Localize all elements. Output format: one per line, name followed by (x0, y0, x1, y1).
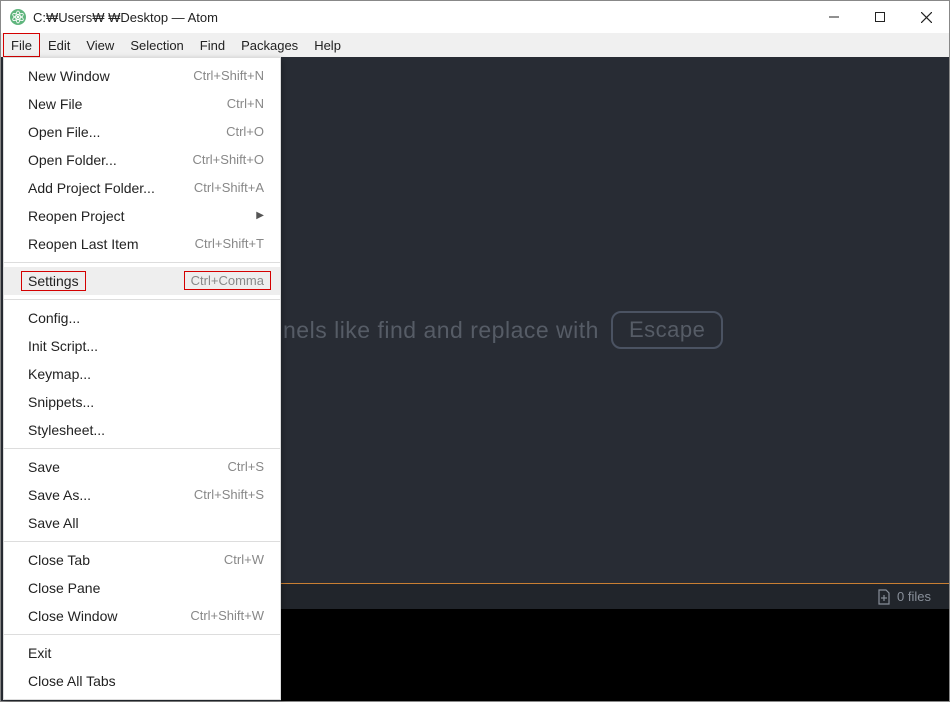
menuitem-label: New Window (28, 67, 193, 85)
menuitem-shortcut: Ctrl+Shift+A (194, 179, 264, 197)
workspace: nels like find and replace with Escape 0… (1, 57, 949, 701)
menuitem-shortcut: Ctrl+Shift+N (193, 67, 264, 85)
menuitem-settings[interactable]: SettingsCtrl+Comma (4, 267, 280, 295)
maximize-button[interactable] (857, 1, 903, 33)
menuitem-label: Close All Tabs (28, 672, 264, 690)
escape-badge: Escape (611, 311, 723, 349)
menuitem-shortcut: Ctrl+W (224, 551, 264, 569)
menuitem-config[interactable]: Config... (4, 304, 280, 332)
hint-label: nels like find and replace with (283, 317, 599, 344)
hint-text: nels like find and replace with Escape (283, 311, 723, 349)
menuitem-shortcut: Ctrl+N (227, 95, 264, 113)
menuitem-label: Stylesheet... (28, 421, 264, 439)
menuitem-label: Close Tab (28, 551, 224, 569)
window-controls (811, 1, 949, 33)
menu-edit[interactable]: Edit (40, 33, 78, 57)
menuitem-label: Add Project Folder... (28, 179, 194, 197)
menuitem-label: Reopen Project (28, 207, 248, 225)
menuitem-label: Reopen Last Item (28, 235, 195, 253)
menu-separator (4, 448, 280, 449)
titlebar: C:₩Users₩ ₩Desktop — Atom (1, 1, 949, 33)
menuitem-close-tab[interactable]: Close TabCtrl+W (4, 546, 280, 574)
menuitem-stylesheet[interactable]: Stylesheet... (4, 416, 280, 444)
files-count[interactable]: 0 files (897, 589, 931, 604)
menuitem-close-window[interactable]: Close WindowCtrl+Shift+W (4, 602, 280, 630)
menuitem-label: Save As... (28, 486, 194, 504)
menuitem-reopen-last-item[interactable]: Reopen Last ItemCtrl+Shift+T (4, 230, 280, 258)
menuitem-save[interactable]: SaveCtrl+S (4, 453, 280, 481)
window-title: C:₩Users₩ ₩Desktop — Atom (33, 10, 218, 25)
menuitem-label: Close Pane (28, 579, 264, 597)
minimize-button[interactable] (811, 1, 857, 33)
menu-separator (4, 541, 280, 542)
menuitem-label: Config... (28, 309, 264, 327)
menuitem-keymap[interactable]: Keymap... (4, 360, 280, 388)
menuitem-snippets[interactable]: Snippets... (4, 388, 280, 416)
menuitem-shortcut: Ctrl+Shift+T (195, 235, 264, 253)
menuitem-init-script[interactable]: Init Script... (4, 332, 280, 360)
menubar: FileEditViewSelectionFindPackagesHelp (1, 33, 949, 57)
file-menu-dropdown: New WindowCtrl+Shift+NNew FileCtrl+NOpen… (3, 57, 281, 700)
menuitem-label: Open Folder... (28, 151, 192, 169)
menuitem-reopen-project[interactable]: Reopen Project ▶ (4, 202, 280, 230)
menuitem-shortcut: Ctrl+S (228, 458, 264, 476)
files-icon (877, 589, 891, 605)
menuitem-add-project-folder[interactable]: Add Project Folder...Ctrl+Shift+A (4, 174, 280, 202)
menu-separator (4, 299, 280, 300)
menuitem-new-window[interactable]: New WindowCtrl+Shift+N (4, 62, 280, 90)
menu-packages[interactable]: Packages (233, 33, 306, 57)
menuitem-label: Save All (28, 514, 264, 532)
menuitem-shortcut: Ctrl+Comma (184, 272, 264, 290)
menuitem-shortcut: Ctrl+Shift+S (194, 486, 264, 504)
menuitem-label: Settings (28, 272, 184, 290)
menuitem-open-file[interactable]: Open File...Ctrl+O (4, 118, 280, 146)
menuitem-save-as[interactable]: Save As...Ctrl+Shift+S (4, 481, 280, 509)
chevron-right-icon: ▶ (256, 207, 264, 225)
close-button[interactable] (903, 1, 949, 33)
menu-separator (4, 634, 280, 635)
menuitem-save-all[interactable]: Save All (4, 509, 280, 537)
menuitem-shortcut: Ctrl+Shift+W (190, 607, 264, 625)
menuitem-label: Open File... (28, 123, 226, 141)
menuitem-label: Keymap... (28, 365, 264, 383)
menuitem-label: Init Script... (28, 337, 264, 355)
menuitem-label: Close Window (28, 607, 190, 625)
menu-help[interactable]: Help (306, 33, 349, 57)
menuitem-close-all-tabs[interactable]: Close All Tabs (4, 667, 280, 695)
menu-file[interactable]: File (3, 33, 40, 57)
menuitem-shortcut: Ctrl+Shift+O (192, 151, 264, 169)
menuitem-exit[interactable]: Exit (4, 639, 280, 667)
menuitem-label: New File (28, 95, 227, 113)
atom-app-icon (9, 8, 27, 26)
menuitem-label: Snippets... (28, 393, 264, 411)
menu-find[interactable]: Find (192, 33, 233, 57)
menu-selection[interactable]: Selection (122, 33, 191, 57)
panel-area (281, 609, 949, 701)
menuitem-label: Save (28, 458, 228, 476)
statusbar: 0 files (281, 583, 949, 609)
menuitem-label: Exit (28, 644, 264, 662)
menu-separator (4, 262, 280, 263)
menuitem-shortcut: Ctrl+O (226, 123, 264, 141)
menuitem-new-file[interactable]: New FileCtrl+N (4, 90, 280, 118)
menuitem-close-pane[interactable]: Close Pane (4, 574, 280, 602)
menu-view[interactable]: View (78, 33, 122, 57)
menuitem-open-folder[interactable]: Open Folder...Ctrl+Shift+O (4, 146, 280, 174)
